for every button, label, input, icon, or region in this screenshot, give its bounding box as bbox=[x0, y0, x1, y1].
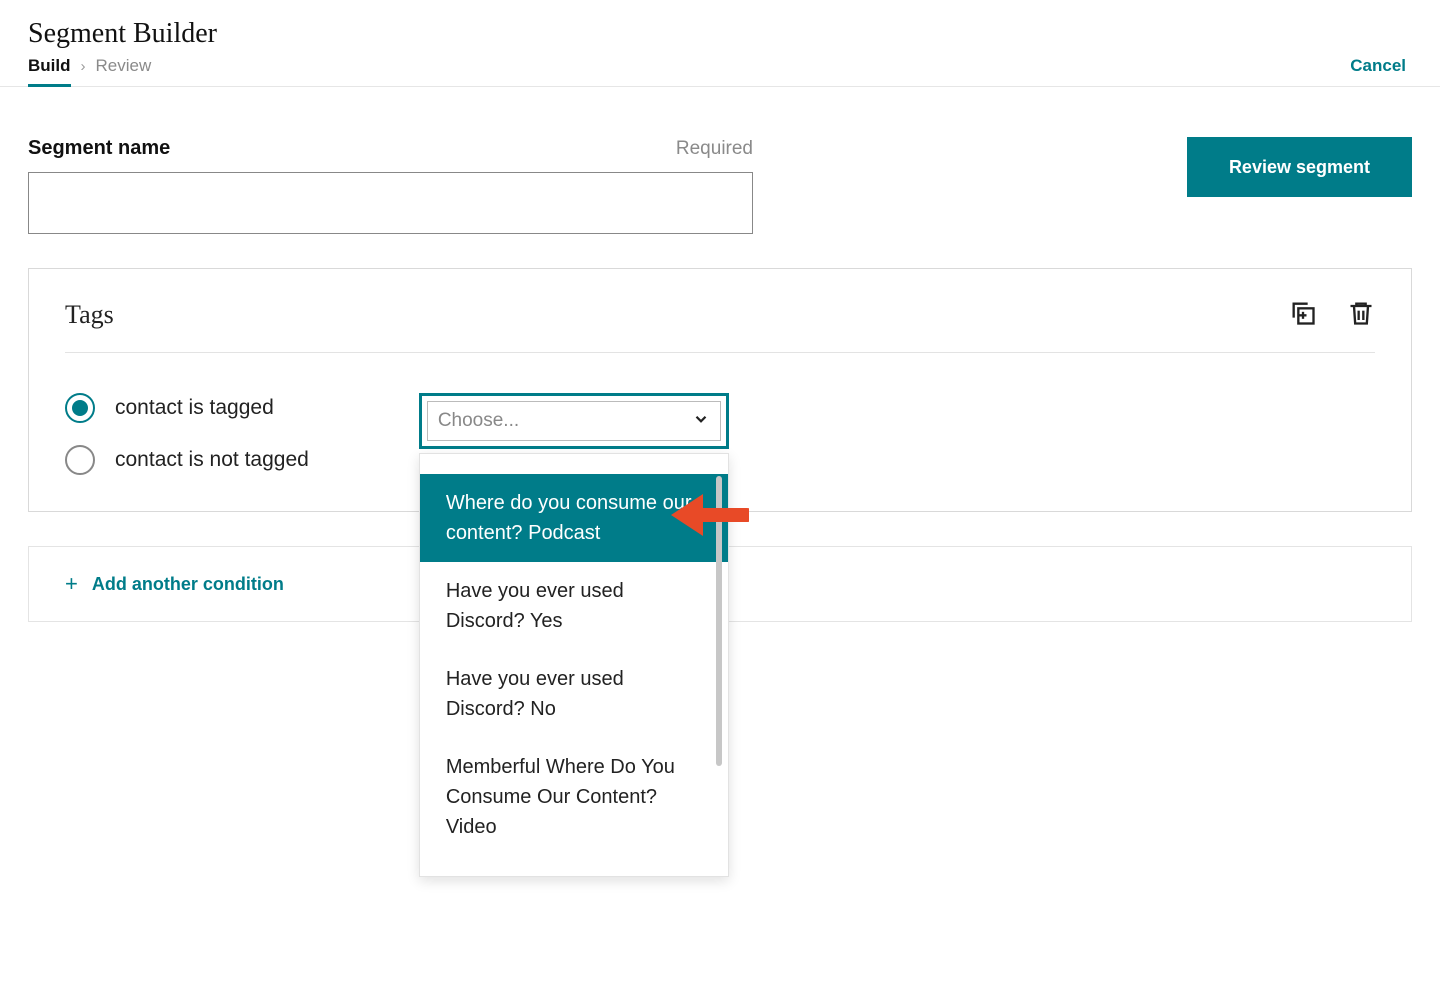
radio-tagged[interactable]: contact is tagged bbox=[65, 393, 309, 423]
chevron-right-icon: › bbox=[81, 58, 86, 75]
segment-name-input[interactable] bbox=[28, 172, 753, 234]
dropdown-option-2[interactable]: Have you ever used Discord? No bbox=[420, 650, 728, 738]
tag-select-placeholder: Choose... bbox=[438, 410, 519, 432]
radio-checked-icon bbox=[65, 393, 95, 423]
breadcrumb-row: Build › Review Cancel bbox=[28, 56, 1412, 86]
review-segment-button[interactable]: Review segment bbox=[1187, 137, 1412, 197]
cancel-link[interactable]: Cancel bbox=[1350, 56, 1412, 86]
radio-tagged-label: contact is tagged bbox=[115, 396, 274, 420]
add-condition-label: Add another condition bbox=[92, 574, 284, 595]
segment-name-label: Segment name bbox=[28, 137, 170, 160]
tag-select-trigger[interactable]: Choose... bbox=[419, 393, 729, 449]
tags-panel-header: Tags bbox=[65, 299, 1375, 330]
segment-name-row: Segment name Required Review segment bbox=[28, 137, 1412, 234]
duplicate-icon bbox=[1289, 315, 1317, 330]
plus-icon: + bbox=[65, 571, 78, 597]
duplicate-button[interactable] bbox=[1289, 299, 1317, 330]
radio-not-tagged[interactable]: contact is not tagged bbox=[65, 445, 309, 475]
dropdown-option-3[interactable]: Memberful Where Do You Consume Our Conte… bbox=[420, 738, 728, 856]
tags-panel-title: Tags bbox=[65, 300, 114, 330]
radio-unchecked-icon bbox=[65, 445, 95, 475]
tags-panel-actions bbox=[1289, 299, 1375, 330]
body-area: Segment name Required Review segment Tag… bbox=[0, 87, 1440, 622]
annotation-arrow-icon bbox=[659, 488, 749, 547]
header-bar: Segment Builder Build › Review Cancel bbox=[0, 0, 1440, 87]
divider bbox=[65, 352, 1375, 353]
breadcrumb-build-step[interactable]: Build bbox=[28, 56, 71, 87]
required-indicator: Required bbox=[676, 138, 753, 160]
tag-select: Choose... Where do you consume our conte… bbox=[419, 393, 729, 475]
breadcrumb-review-step[interactable]: Review bbox=[96, 56, 152, 76]
radio-not-tagged-label: contact is not tagged bbox=[115, 448, 309, 472]
trash-icon bbox=[1347, 315, 1375, 330]
breadcrumb: Build › Review bbox=[28, 56, 151, 86]
dropdown-option-1[interactable]: Have you ever used Discord? Yes bbox=[420, 562, 728, 650]
segment-name-label-row: Segment name Required bbox=[28, 137, 753, 160]
chevron-down-icon bbox=[692, 410, 710, 433]
delete-button[interactable] bbox=[1347, 299, 1375, 330]
segment-name-field: Segment name Required bbox=[28, 137, 753, 234]
tag-radio-group: contact is tagged contact is not tagged bbox=[65, 393, 309, 475]
tags-panel: Tags bbox=[28, 268, 1412, 512]
page-title: Segment Builder bbox=[28, 18, 1412, 50]
condition-row: contact is tagged contact is not tagged … bbox=[65, 393, 1375, 475]
